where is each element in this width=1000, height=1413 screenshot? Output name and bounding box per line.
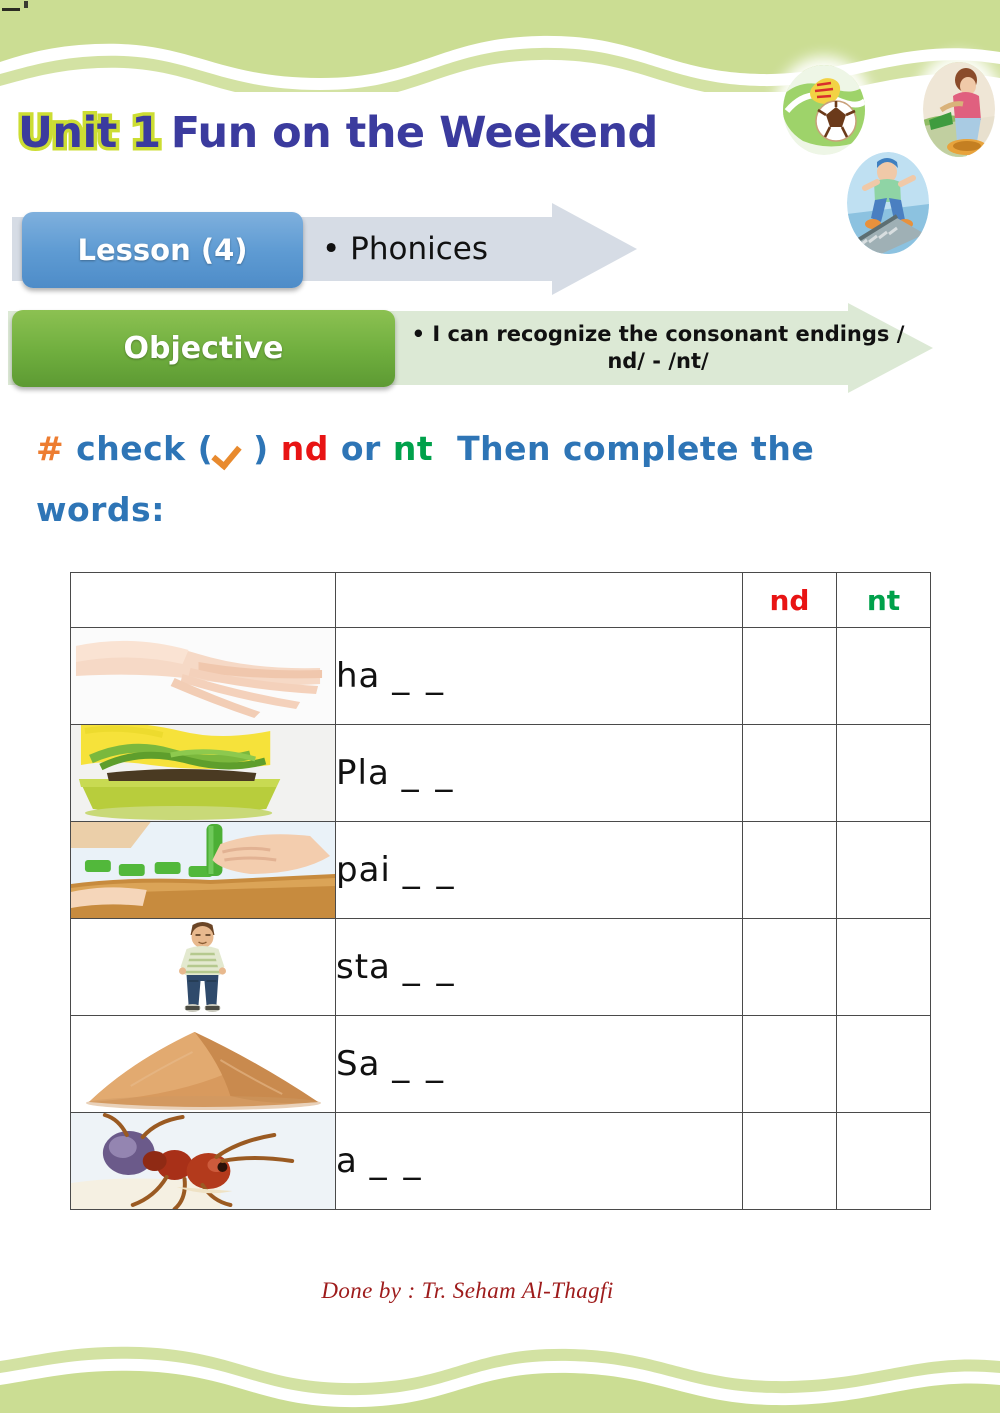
objective-banner: Objective • I can recognize the consonan… — [8, 303, 933, 393]
soccer-ball-clipart — [783, 65, 865, 155]
header-nd: nd — [742, 572, 837, 628]
word-cell: sta _ _ — [335, 918, 743, 1016]
word-blanks: _ _ — [369, 1141, 424, 1181]
nt-check-cell[interactable] — [836, 918, 931, 1016]
instruction-line2: words: — [36, 490, 165, 530]
hash-symbol: # — [36, 429, 65, 468]
word-cell: Sa _ _ — [335, 1015, 743, 1113]
word-stem: Sa — [336, 1044, 381, 1084]
word-stem: Pla — [336, 753, 390, 793]
nt-check-cell[interactable] — [836, 724, 931, 822]
hand-photo — [71, 628, 335, 724]
nd-check-cell[interactable] — [742, 1015, 837, 1113]
instruction-line: # check () nd or nt Then complete the wo… — [36, 418, 956, 540]
table-row: Pla _ _ — [70, 724, 931, 822]
nt-check-cell[interactable] — [836, 1015, 931, 1113]
word-cell: a _ _ — [335, 1112, 743, 1210]
potted-plant-photo — [71, 725, 335, 821]
table-row: a _ _ — [70, 1112, 931, 1210]
header-nt: nt — [836, 572, 931, 628]
instruction-or: or — [340, 429, 381, 468]
word-stem: ha — [336, 656, 381, 696]
worksheet-page: Unit 1 Fun on the Weekend Lesson (4) • P… — [0, 0, 1000, 1413]
objective-statement: • I can recognize the consonant endings … — [411, 322, 905, 373]
lesson-topic-label: • Phonices — [322, 231, 488, 267]
table-row: sta _ _ — [70, 918, 931, 1016]
nd-check-cell[interactable] — [742, 1112, 837, 1210]
nd-check-cell[interactable] — [742, 627, 837, 725]
nt-check-cell[interactable] — [836, 821, 931, 919]
picture-cell — [70, 724, 336, 822]
picture-cell — [70, 1112, 336, 1210]
picture-cell — [70, 627, 336, 725]
phonics-table: nd nt ha _ _ Pla _ _ pai _ _ sta _ _ Sa … — [70, 572, 931, 1210]
word-blanks: _ _ — [401, 753, 456, 793]
instruction-part2: ) — [253, 429, 269, 468]
picture-cell — [70, 918, 336, 1016]
bottom-wave-border — [0, 1346, 1000, 1413]
check-mark-icon — [213, 435, 253, 465]
table-header-row: nd nt — [70, 572, 931, 628]
table-row: ha _ _ — [70, 627, 931, 725]
scan-artifact-dot — [24, 1, 28, 8]
table-row: pai _ _ — [70, 821, 931, 919]
word-cell: Pla _ _ — [335, 724, 743, 822]
nt-check-cell[interactable] — [836, 627, 931, 725]
jumping-boy-clipart — [847, 152, 929, 254]
word-blanks: _ _ — [392, 656, 447, 696]
lesson-banner: Lesson (4) • Phonices — [12, 203, 637, 295]
table-row: Sa _ _ — [70, 1015, 931, 1113]
skating-person-clipart — [923, 62, 995, 157]
word-blanks: _ _ — [392, 1044, 447, 1084]
word-cell: pai _ _ — [335, 821, 743, 919]
lesson-chip[interactable]: Lesson (4) — [22, 212, 303, 288]
instruction-part3: Then complete the — [457, 429, 815, 468]
word-blanks: _ _ — [402, 947, 457, 987]
scan-artifact — [2, 8, 20, 11]
unit-badge: Unit 1 — [15, 105, 165, 162]
word-stem: pai — [336, 850, 391, 890]
objective-chip[interactable]: Objective — [12, 310, 395, 387]
word-stem: a — [336, 1141, 358, 1181]
unit-title-text: Fun on the Weekend — [170, 108, 659, 158]
picture-cell — [70, 821, 336, 919]
sand-pile-photo — [71, 1016, 335, 1112]
nt-check-cell[interactable] — [836, 1112, 931, 1210]
nd-check-cell[interactable] — [742, 918, 837, 1016]
instruction-nt: nt — [392, 429, 434, 468]
nd-check-cell[interactable] — [742, 821, 837, 919]
picture-cell — [70, 1015, 336, 1113]
word-blanks: _ _ — [402, 850, 457, 890]
standing-boy-photo — [71, 919, 335, 1015]
instruction-part1: check ( — [76, 429, 214, 468]
nd-check-cell[interactable] — [742, 724, 837, 822]
ant-photo — [71, 1113, 335, 1209]
instruction-nd: nd — [280, 429, 329, 468]
painting-hand-photo — [71, 822, 335, 918]
word-stem: sta — [336, 947, 391, 987]
page-title: Unit 1 Fun on the Weekend — [15, 105, 778, 170]
header-picture — [70, 572, 336, 628]
header-word — [335, 572, 743, 628]
credit-line: Done by : Tr. Seham Al-Thagfi — [321, 1278, 614, 1303]
word-cell: ha _ _ — [335, 627, 743, 725]
